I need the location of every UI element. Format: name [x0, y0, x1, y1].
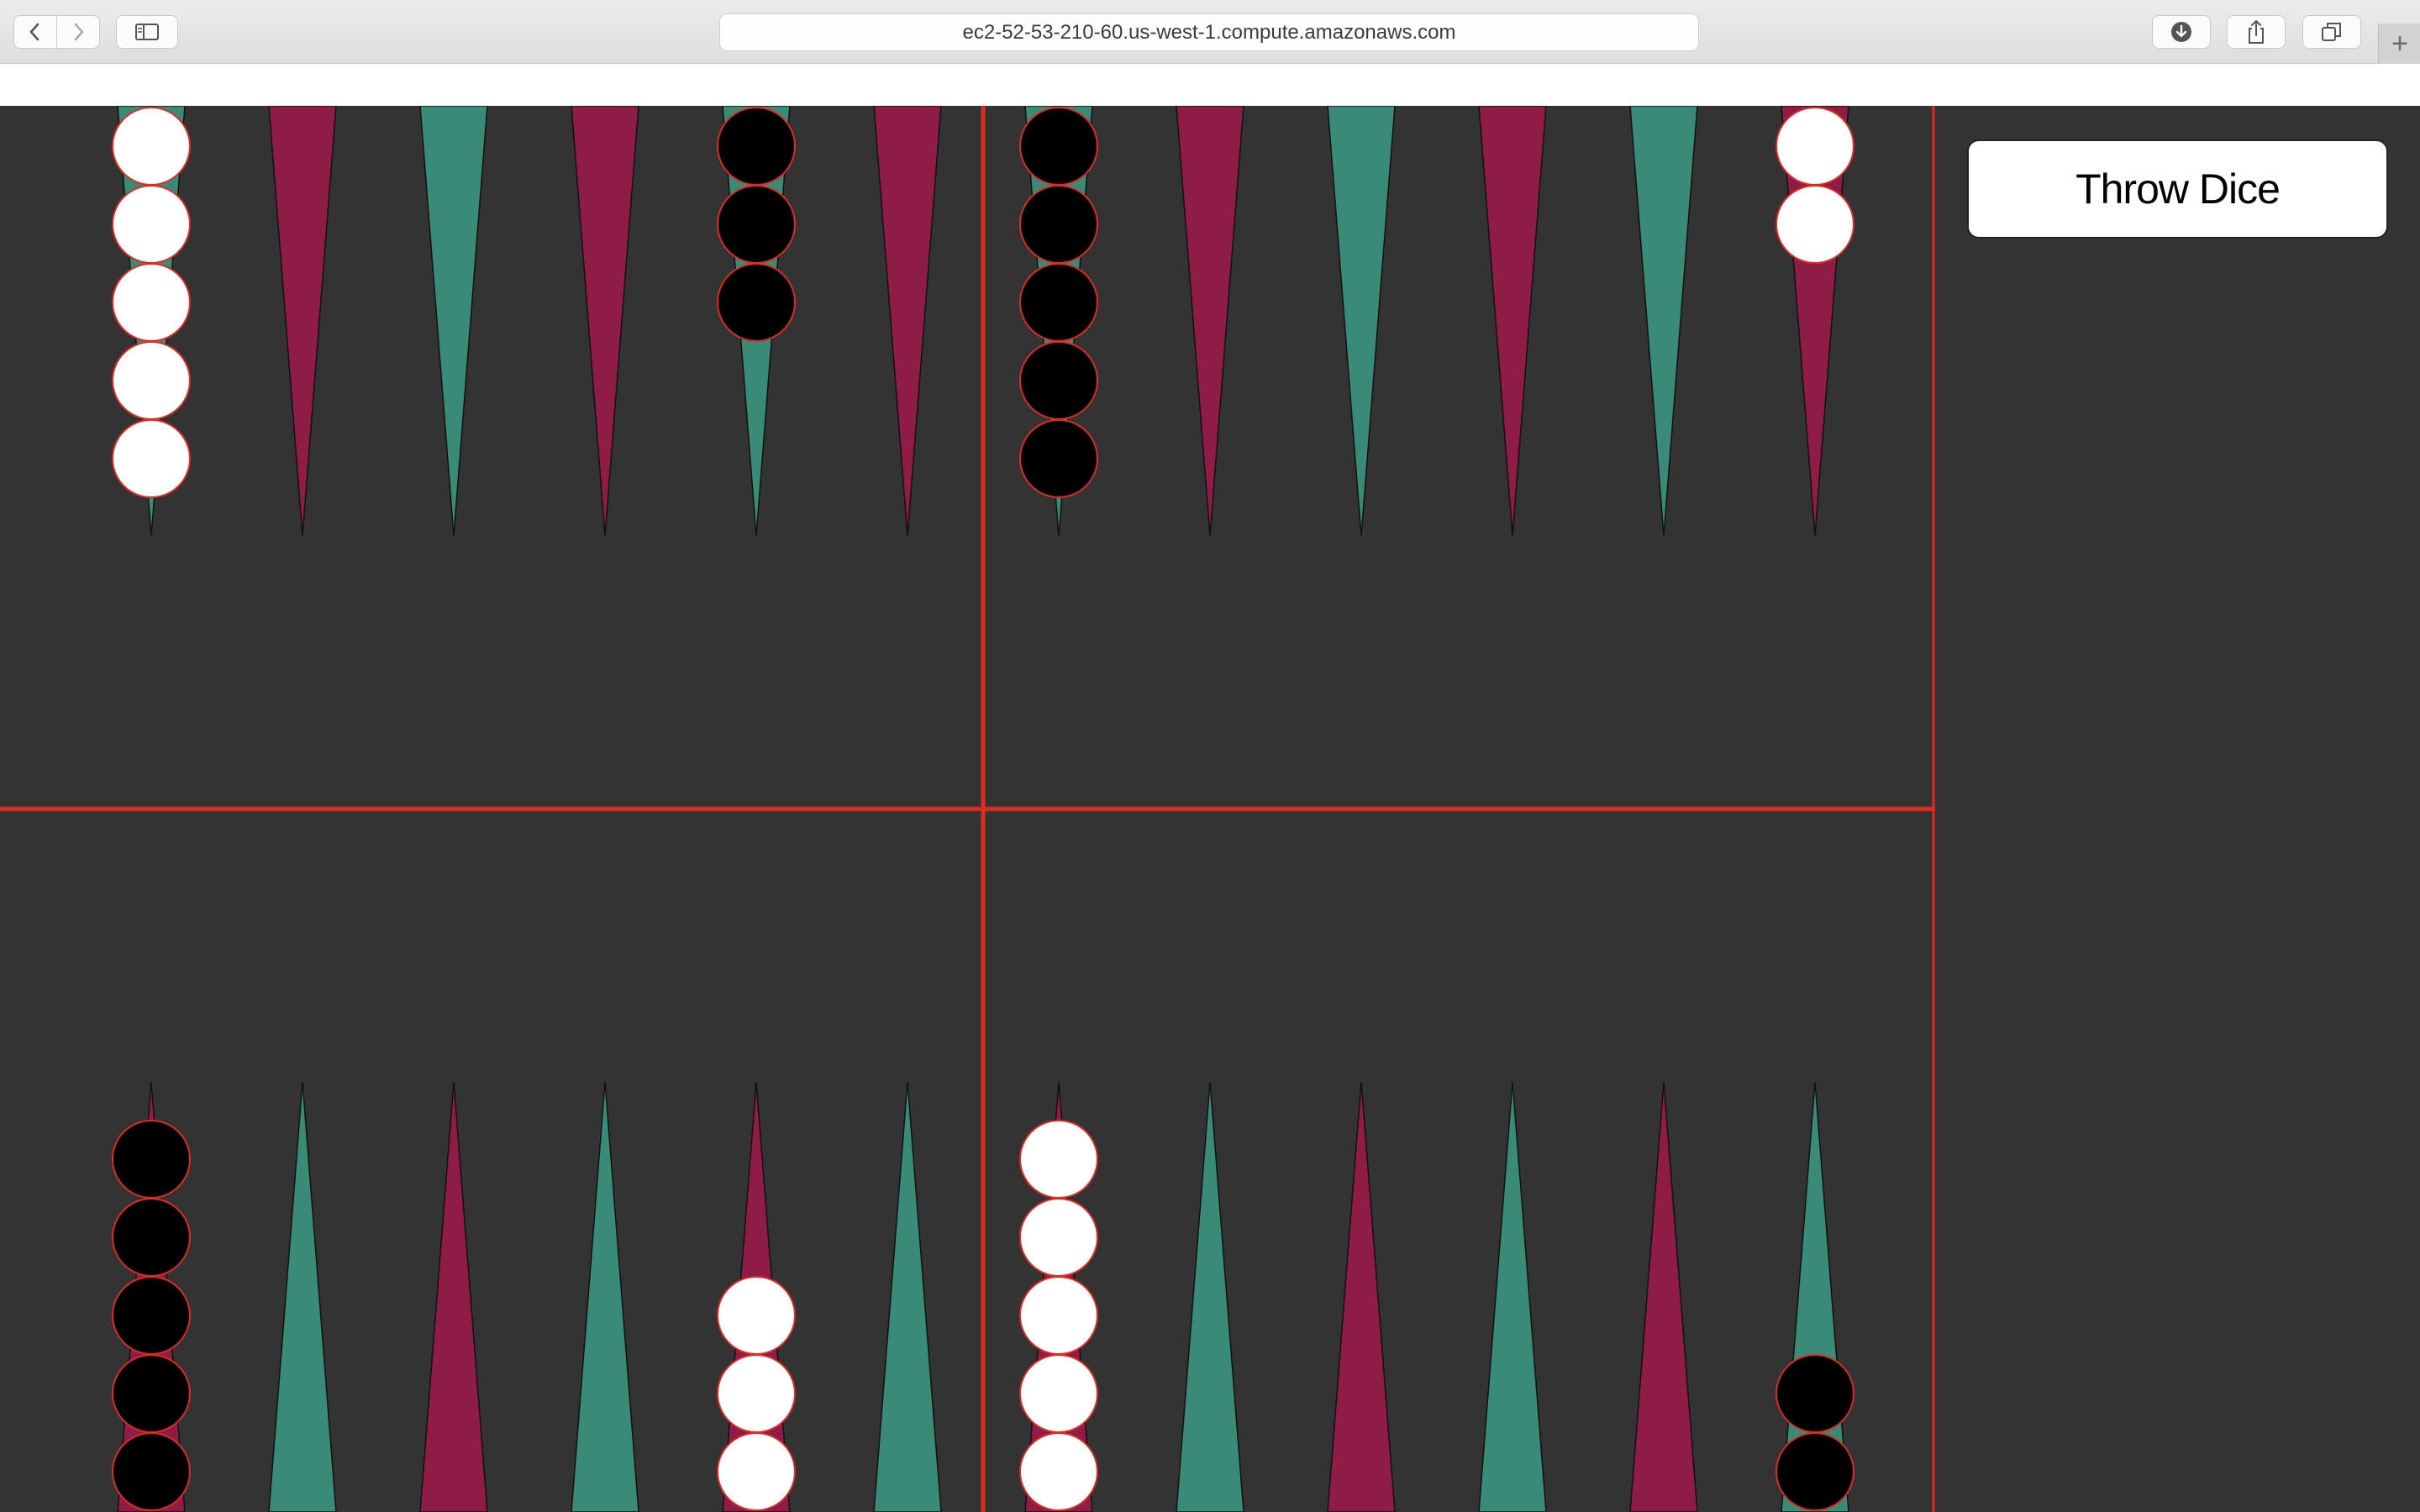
- white-checker[interactable]: [1019, 1120, 1098, 1199]
- white-checker[interactable]: [112, 185, 191, 264]
- black-checker[interactable]: [112, 1354, 191, 1433]
- black-checker[interactable]: [1019, 263, 1098, 342]
- white-checker[interactable]: [1019, 1198, 1098, 1277]
- black-checker[interactable]: [1776, 1432, 1854, 1511]
- chevron-left-icon: [29, 23, 39, 41]
- white-checker[interactable]: [112, 107, 191, 186]
- white-checker[interactable]: [717, 1276, 796, 1355]
- tabs-icon: [2322, 23, 2341, 41]
- tabs-overview-button[interactable]: [2302, 15, 2361, 49]
- white-checker[interactable]: [1776, 185, 1854, 264]
- share-icon: [2249, 20, 2264, 44]
- white-checker[interactable]: [112, 419, 191, 498]
- sidebar-icon: [135, 24, 159, 40]
- black-checker[interactable]: [717, 107, 796, 186]
- black-checker[interactable]: [112, 1432, 191, 1511]
- forward-button[interactable]: [56, 15, 100, 49]
- download-icon: [2171, 22, 2191, 42]
- address-bar[interactable]: ec2-52-53-210-60.us-west-1.compute.amazo…: [719, 13, 1699, 51]
- white-checker[interactable]: [1776, 107, 1854, 186]
- white-checker[interactable]: [717, 1432, 796, 1511]
- page-header-strip: [0, 64, 2420, 106]
- back-button[interactable]: [13, 15, 57, 49]
- black-checker[interactable]: [717, 263, 796, 342]
- white-checker[interactable]: [1019, 1354, 1098, 1433]
- url-text: ec2-52-53-210-60.us-west-1.compute.amazo…: [962, 20, 1456, 44]
- black-checker[interactable]: [1019, 419, 1098, 498]
- white-checker[interactable]: [717, 1354, 796, 1433]
- black-checker[interactable]: [1019, 185, 1098, 264]
- black-checker[interactable]: [717, 185, 796, 264]
- sidebar-button[interactable]: [116, 15, 178, 49]
- black-checker[interactable]: [1019, 341, 1098, 420]
- share-button[interactable]: [2227, 15, 2286, 49]
- black-checker[interactable]: [1019, 107, 1098, 186]
- browser-toolbar: ec2-52-53-210-60.us-west-1.compute.amazo…: [0, 0, 2420, 64]
- white-checker[interactable]: [112, 341, 191, 420]
- white-checker[interactable]: [112, 263, 191, 342]
- black-checker[interactable]: [112, 1276, 191, 1355]
- white-checker[interactable]: [1019, 1276, 1098, 1355]
- chevron-right-icon: [74, 23, 84, 41]
- downloads-button[interactable]: [2152, 15, 2211, 49]
- black-checker[interactable]: [112, 1198, 191, 1277]
- throw-dice-button[interactable]: Throw Dice: [1967, 139, 2388, 239]
- backgammon-board: [0, 106, 2420, 1512]
- new-tab-button[interactable]: +: [2378, 24, 2420, 64]
- white-checker[interactable]: [1019, 1432, 1098, 1511]
- black-checker[interactable]: [1776, 1354, 1854, 1433]
- black-checker[interactable]: [112, 1120, 191, 1199]
- plus-icon: +: [2391, 28, 2408, 60]
